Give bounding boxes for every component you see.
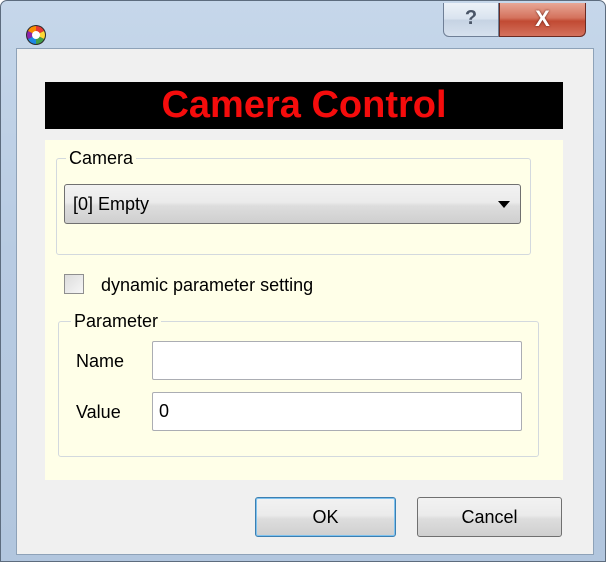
help-icon: ? [464, 7, 478, 29]
app-color-wheel-icon [26, 25, 46, 45]
dynamic-parameter-checkbox[interactable] [64, 274, 84, 294]
close-button[interactable]: X [499, 3, 586, 37]
camera-select[interactable]: [0] Empty [64, 184, 521, 224]
camera-control-banner: Camera Control [45, 82, 563, 129]
value-field[interactable] [152, 392, 522, 431]
camera-select-value: [0] Empty [73, 194, 150, 214]
close-icon: X [535, 6, 550, 31]
cancel-button[interactable]: Cancel [417, 497, 562, 537]
dynamic-parameter-label[interactable]: dynamic parameter setting [101, 274, 313, 296]
ok-button[interactable]: OK [255, 497, 396, 537]
chevron-down-icon [498, 201, 510, 208]
camera-group-title: Camera [66, 148, 137, 168]
parameter-group-title: Parameter [71, 311, 162, 331]
name-field[interactable] [152, 341, 522, 380]
title-bar[interactable]: ? X [1, 1, 605, 46]
help-button[interactable]: ? [443, 3, 499, 37]
name-label: Name [76, 351, 125, 371]
value-label: Value [76, 402, 121, 422]
